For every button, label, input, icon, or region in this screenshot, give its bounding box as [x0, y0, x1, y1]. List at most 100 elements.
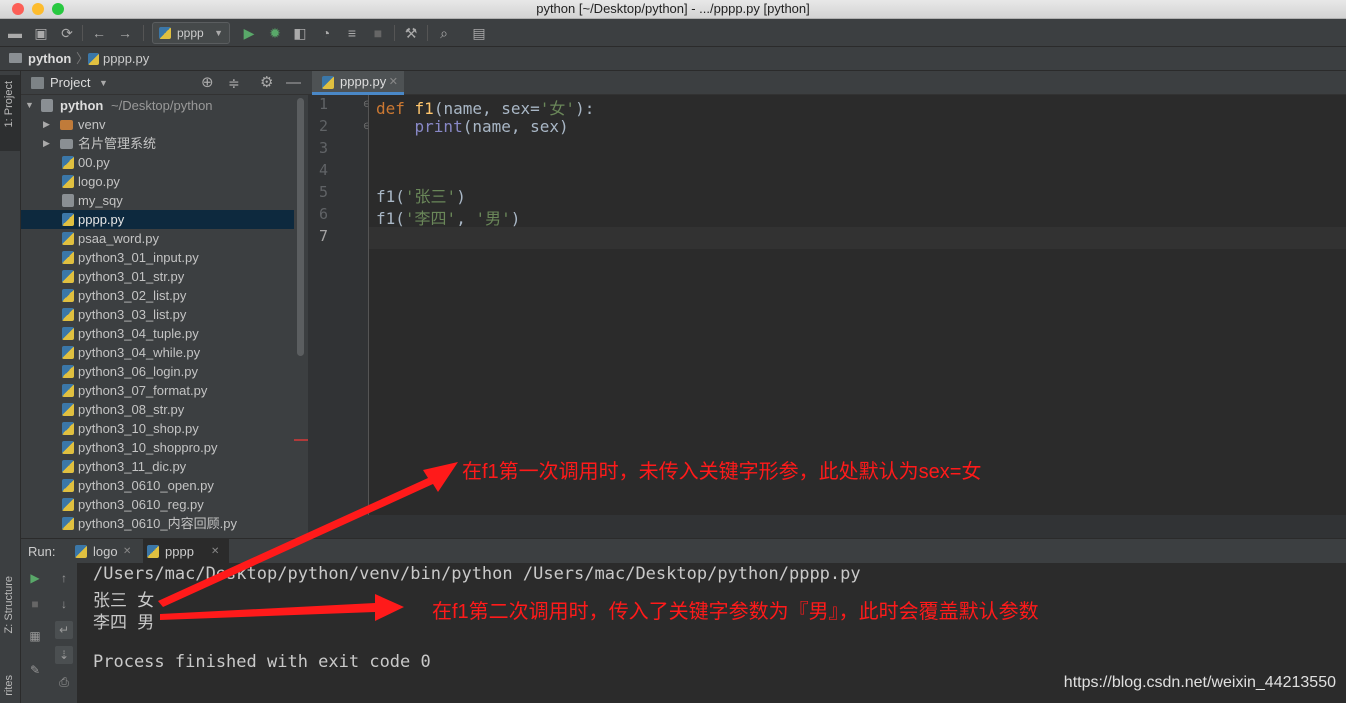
python-file-icon — [62, 422, 74, 435]
tree-item[interactable]: python3_07_format.py — [21, 381, 294, 400]
layout-icon[interactable]: ▦ — [26, 627, 44, 645]
search-icon[interactable]: ⌕ — [435, 24, 453, 42]
python-file-icon — [62, 479, 74, 492]
maximize-window-button[interactable] — [52, 3, 64, 15]
close-icon[interactable]: ✕ — [389, 71, 398, 93]
watermark: https://blog.csdn.net/weixin_44213550 — [1063, 674, 1336, 691]
rerun-icon[interactable]: ▶ — [26, 569, 44, 587]
tree-item-label: python3_07_format.py — [78, 383, 208, 398]
close-icon[interactable]: ✕ — [123, 539, 131, 564]
python-file-icon — [62, 460, 74, 473]
tree-root[interactable]: ▼ python ~/Desktop/python — [21, 96, 294, 115]
tree-item[interactable]: logo.py — [21, 172, 294, 191]
minimize-window-button[interactable] — [32, 3, 44, 15]
tree-item[interactable]: python3_0610_reg.py — [21, 495, 294, 514]
tree-item[interactable]: psaa_word.py — [21, 229, 294, 248]
tree-item[interactable]: python3_10_shop.py — [21, 419, 294, 438]
python-file-icon — [62, 365, 74, 378]
run-icon[interactable]: ▶ — [240, 24, 258, 42]
python-file-icon — [62, 175, 74, 188]
favorites-tool-tab[interactable]: rites — [3, 675, 15, 696]
tree-item[interactable]: python3_01_input.py — [21, 248, 294, 267]
collapsed-arrow-icon[interactable]: ▶ — [43, 115, 50, 134]
scroll-to-end-icon[interactable]: ⇣ — [55, 646, 73, 664]
forward-arrow-icon[interactable]: → — [116, 24, 134, 42]
tree-item[interactable]: pppp.py — [21, 210, 294, 229]
sync-icon[interactable]: ⟳ — [58, 24, 76, 42]
file-icon — [62, 194, 74, 207]
tree-item[interactable]: python3_11_dic.py — [21, 457, 294, 476]
run-configuration-select[interactable]: pppp ▼ — [152, 22, 230, 44]
stop-icon[interactable]: ■ — [26, 595, 44, 613]
soft-wrap-icon[interactable]: ↵ — [55, 621, 73, 639]
line-number: 1 — [318, 95, 328, 113]
crosshair-icon[interactable]: ⊕ — [201, 71, 214, 95]
code-editor[interactable]: def f1(name, sex='女'): print(name, sex) … — [368, 95, 1346, 515]
tree-item[interactable]: python3_04_tuple.py — [21, 324, 294, 343]
tree-item[interactable]: python3_08_str.py — [21, 400, 294, 419]
tree-item-label: python3_0610_open.py — [78, 478, 214, 493]
breadcrumb-file[interactable]: pppp.py — [103, 47, 149, 70]
project-tree-scrollbar[interactable] — [297, 98, 304, 356]
tree-item[interactable]: python3_03_list.py — [21, 305, 294, 324]
tree-item[interactable]: python3_10_shoppro.py — [21, 438, 294, 457]
wrench-icon[interactable]: ⚒ — [402, 24, 420, 42]
save-icon[interactable]: ▣ — [32, 24, 50, 42]
breadcrumb-project[interactable]: python — [28, 47, 71, 70]
print-icon[interactable]: ⎙ — [55, 673, 73, 691]
tree-item-label: python3_11_dic.py — [78, 459, 187, 474]
tree-item-label: python3_01_str.py — [78, 269, 185, 284]
coverage-icon[interactable]: ◧ — [291, 24, 309, 42]
up-arrow-icon[interactable]: ↑ — [55, 569, 73, 587]
profile-icon[interactable]: ◔ — [317, 24, 335, 42]
collapse-all-icon[interactable]: ≑ — [228, 71, 240, 95]
hide-panel-icon[interactable]: — — [286, 71, 301, 95]
project-tool-tab[interactable]: 1: Project — [0, 75, 20, 151]
down-arrow-icon[interactable]: ↓ — [55, 595, 73, 613]
run-tab-pppp[interactable]: pppp ✕ — [143, 539, 229, 564]
tree-item-label: python3_0610_内容回顾.py — [78, 516, 237, 531]
tree-item[interactable]: python3_01_str.py — [21, 267, 294, 286]
tree-item[interactable]: python3_04_while.py — [21, 343, 294, 362]
stop-icon[interactable]: ■ — [369, 24, 387, 42]
tree-item-label: python3_01_input.py — [78, 250, 199, 265]
tree-item[interactable]: python3_06_login.py — [21, 362, 294, 381]
project-view-icon — [31, 77, 44, 89]
python-file-icon — [322, 76, 334, 89]
tree-item[interactable]: ▶ venv — [21, 115, 294, 134]
structure-tool-tab[interactable]: Z: Structure — [3, 576, 15, 633]
tree-item[interactable]: python3_0610_内容回顾.py — [21, 514, 294, 533]
tab-pppp[interactable]: pppp.py ✕ — [312, 71, 404, 95]
tree-item-label: logo.py — [78, 174, 120, 189]
project-view-select[interactable]: Project — [50, 71, 90, 95]
python-file-icon — [62, 498, 74, 511]
database-icon[interactable]: ▤ — [470, 24, 488, 42]
window-titlebar: python [~/Desktop/python] - .../pppp.py … — [0, 0, 1346, 19]
chevron-down-icon[interactable]: ▼ — [99, 71, 108, 95]
code-line-5: f1('张三') — [376, 187, 466, 206]
python-file-icon — [62, 384, 74, 397]
folder-icon — [41, 99, 53, 112]
tree-item[interactable]: ▶ 名片管理系统 — [21, 134, 294, 153]
pin-icon[interactable]: ✎ — [26, 661, 44, 679]
line-number: 3 — [318, 139, 328, 157]
change-marker — [294, 439, 308, 441]
run-concurrency-icon[interactable]: ≡ — [343, 24, 361, 42]
tree-item-label: 00.py — [78, 155, 110, 170]
tree-item-label: venv — [78, 117, 106, 132]
expanded-arrow-icon[interactable]: ▼ — [25, 96, 34, 115]
tree-item-label: pppp.py — [78, 212, 125, 227]
close-icon[interactable]: ✕ — [211, 539, 219, 564]
tree-item[interactable]: python3_0610_open.py — [21, 476, 294, 495]
tree-item[interactable]: 00.py — [21, 153, 294, 172]
tree-item[interactable]: python3_02_list.py — [21, 286, 294, 305]
python-file-icon — [62, 441, 74, 454]
tree-item[interactable]: my_sqy — [21, 191, 294, 210]
close-window-button[interactable] — [12, 3, 24, 15]
open-folder-icon[interactable]: ▬ — [6, 24, 24, 42]
gear-icon[interactable]: ⚙ — [260, 71, 273, 95]
debug-icon[interactable]: ✹ — [266, 24, 284, 42]
back-arrow-icon[interactable]: ← — [90, 24, 108, 42]
collapsed-arrow-icon[interactable]: ▶ — [43, 134, 50, 153]
run-tab-logo[interactable]: logo ✕ — [71, 539, 139, 564]
